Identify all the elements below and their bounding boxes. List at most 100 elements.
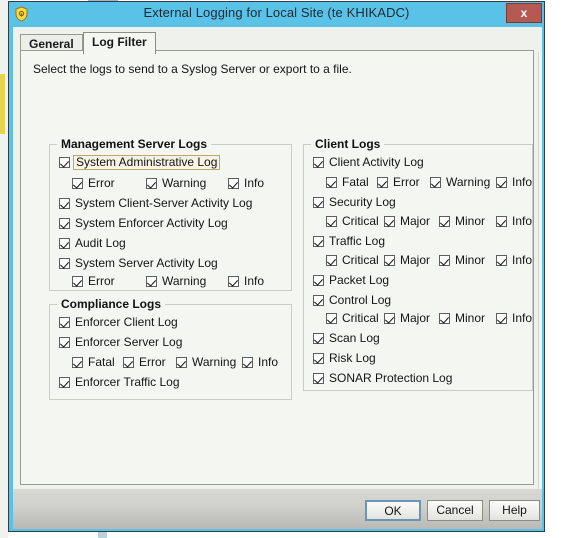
help-button[interactable]: Help xyxy=(489,500,540,521)
checkbox-box[interactable] xyxy=(326,177,337,188)
checkbox-box[interactable] xyxy=(496,255,507,266)
checkbox-traffic-info[interactable]: Info xyxy=(496,254,532,267)
window-title: External Logging for Local Site (te KHIK… xyxy=(143,5,410,20)
close-button[interactable]: x xyxy=(506,3,542,23)
checkbox-enforcer-client-log[interactable]: Enforcer Client Log xyxy=(59,316,178,329)
checkbox-enforcer-warning[interactable]: Warning xyxy=(176,356,236,369)
checkbox-client-activity-log[interactable]: Client Activity Log xyxy=(313,156,424,169)
checkbox-box[interactable] xyxy=(313,295,324,306)
checkbox-box[interactable] xyxy=(176,357,187,368)
checkbox-box[interactable] xyxy=(384,313,395,324)
checkbox-security-critical[interactable]: Critical xyxy=(326,215,379,228)
checkbox-enforcer-error[interactable]: Error xyxy=(123,356,166,369)
checkbox-label: Error xyxy=(88,274,115,288)
checkbox-box[interactable] xyxy=(326,313,337,324)
checkbox-security-log[interactable]: Security Log xyxy=(313,196,396,209)
checkbox-client-activity-info[interactable]: Info xyxy=(496,176,532,189)
checkbox-box[interactable] xyxy=(384,255,395,266)
tab-log-filter[interactable]: Log Filter xyxy=(83,32,156,54)
checkbox-label: Info xyxy=(244,274,265,288)
checkbox-box[interactable] xyxy=(313,275,324,286)
checkbox-box[interactable] xyxy=(72,357,83,368)
checkbox-box[interactable] xyxy=(146,276,157,287)
checkbox-security-major[interactable]: Major xyxy=(384,215,430,228)
checkbox-box[interactable] xyxy=(313,373,324,384)
checkbox-box[interactable] xyxy=(313,157,324,168)
checkbox-box[interactable] xyxy=(496,216,507,227)
checkbox-box[interactable] xyxy=(59,317,70,328)
checkbox-box[interactable] xyxy=(59,218,70,229)
checkbox-box[interactable] xyxy=(59,198,70,209)
checkbox-security-info[interactable]: Info xyxy=(496,215,532,228)
checkbox-box[interactable] xyxy=(313,353,324,364)
group-title-compliance: Compliance Logs xyxy=(57,297,166,311)
checkbox-traffic-log[interactable]: Traffic Log xyxy=(313,235,385,248)
checkbox-server-activity-warning[interactable]: Warning xyxy=(146,275,206,288)
checkbox-box[interactable] xyxy=(123,357,134,368)
checkbox-control-info[interactable]: Info xyxy=(496,312,532,325)
checkbox-enforcer-info[interactable]: Info xyxy=(242,356,278,369)
checkbox-label: Error xyxy=(88,176,115,190)
checkbox-packet-log[interactable]: Packet Log xyxy=(313,274,389,287)
checkbox-admin-warning[interactable]: Warning xyxy=(146,177,206,190)
checkbox-admin-info[interactable]: Info xyxy=(228,177,264,190)
checkbox-box[interactable] xyxy=(384,216,395,227)
checkbox-traffic-major[interactable]: Major xyxy=(384,254,430,267)
checkbox-server-activity-info[interactable]: Info xyxy=(228,275,264,288)
checkbox-box[interactable] xyxy=(430,177,441,188)
checkbox-system-client-server-activity-log[interactable]: System Client-Server Activity Log xyxy=(59,197,252,210)
checkbox-box[interactable] xyxy=(72,178,83,189)
checkbox-label: Fatal xyxy=(88,355,115,369)
checkbox-label: Warning xyxy=(162,274,207,288)
checkbox-box[interactable] xyxy=(439,216,450,227)
checkbox-enforcer-server-log[interactable]: Enforcer Server Log xyxy=(59,336,182,349)
checkbox-box[interactable] xyxy=(228,178,239,189)
checkbox-system-administrative-log[interactable]: System Administrative Log xyxy=(59,155,221,170)
checkbox-control-log[interactable]: Control Log xyxy=(313,294,391,307)
checkbox-box[interactable] xyxy=(313,236,324,247)
title-bar[interactable]: External Logging for Local Site (te KHIK… xyxy=(9,2,544,26)
checkbox-scan-log[interactable]: Scan Log xyxy=(313,332,380,345)
checkbox-client-activity-error[interactable]: Error xyxy=(377,176,420,189)
group-client-logs: Client Logs Client Activity Log Fatal Er… xyxy=(303,137,533,391)
checkbox-control-major[interactable]: Major xyxy=(384,312,430,325)
checkbox-box[interactable] xyxy=(377,177,388,188)
checkbox-box[interactable] xyxy=(242,357,253,368)
checkbox-client-activity-warning[interactable]: Warning xyxy=(430,176,490,189)
checkbox-box[interactable] xyxy=(228,276,239,287)
checkbox-box[interactable] xyxy=(326,255,337,266)
checkbox-box[interactable] xyxy=(59,238,70,249)
checkbox-security-minor[interactable]: Minor xyxy=(439,215,485,228)
checkbox-box[interactable] xyxy=(72,276,83,287)
checkbox-control-minor[interactable]: Minor xyxy=(439,312,485,325)
checkbox-control-critical[interactable]: Critical xyxy=(326,312,379,325)
checkbox-box[interactable] xyxy=(326,216,337,227)
checkbox-box[interactable] xyxy=(496,177,507,188)
checkbox-sonar-protection-log[interactable]: SONAR Protection Log xyxy=(313,372,452,385)
ok-button[interactable]: OK xyxy=(365,500,421,521)
checkbox-box[interactable] xyxy=(59,157,70,168)
checkbox-box[interactable] xyxy=(59,377,70,388)
checkbox-traffic-minor[interactable]: Minor xyxy=(439,254,485,267)
checkbox-risk-log[interactable]: Risk Log xyxy=(313,352,376,365)
checkbox-label: System Enforcer Activity Log xyxy=(75,216,228,230)
checkbox-box[interactable] xyxy=(496,313,507,324)
cancel-button[interactable]: Cancel xyxy=(427,500,483,521)
checkbox-traffic-critical[interactable]: Critical xyxy=(326,254,379,267)
checkbox-box[interactable] xyxy=(313,333,324,344)
checkbox-box[interactable] xyxy=(313,197,324,208)
checkbox-server-activity-error[interactable]: Error xyxy=(72,275,115,288)
checkbox-enforcer-traffic-log[interactable]: Enforcer Traffic Log xyxy=(59,376,180,389)
checkbox-admin-error[interactable]: Error xyxy=(72,177,115,190)
checkbox-system-server-activity-log[interactable]: System Server Activity Log xyxy=(59,257,218,270)
checkbox-system-enforcer-activity-log[interactable]: System Enforcer Activity Log xyxy=(59,217,228,230)
checkbox-box[interactable] xyxy=(439,255,450,266)
checkbox-box[interactable] xyxy=(59,337,70,348)
checkbox-box[interactable] xyxy=(146,178,157,189)
checkbox-box[interactable] xyxy=(439,313,450,324)
checkbox-label: Info xyxy=(244,176,265,190)
checkbox-client-activity-fatal[interactable]: Fatal xyxy=(326,176,369,189)
checkbox-enforcer-fatal[interactable]: Fatal xyxy=(72,356,115,369)
checkbox-audit-log[interactable]: Audit Log xyxy=(59,237,126,250)
checkbox-box[interactable] xyxy=(59,258,70,269)
